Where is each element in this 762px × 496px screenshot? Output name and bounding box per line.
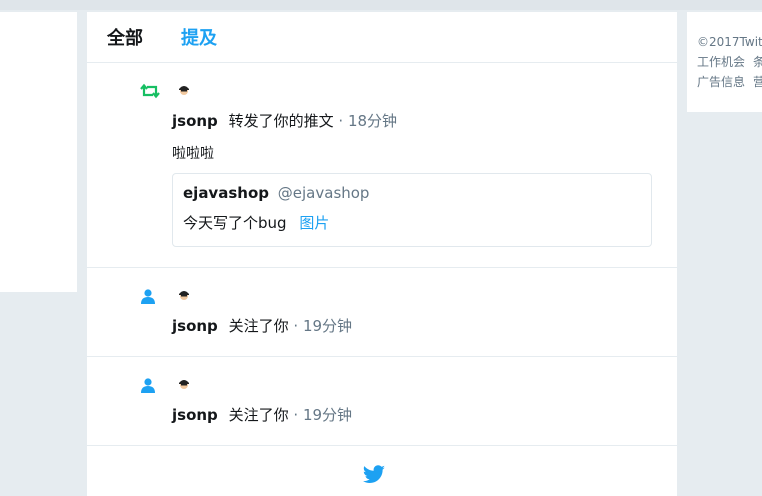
notification-tabs: 全部 提及	[87, 12, 677, 63]
user-icon	[140, 288, 156, 308]
right-footer-card: ©2017Twitter 工作机会条 广告信息营	[687, 12, 762, 112]
notification-line: jsonp 转发了你的推文 · 18分钟	[172, 110, 397, 131]
username-link[interactable]: jsonp	[172, 406, 218, 424]
tab-all[interactable]: 全部	[107, 24, 143, 50]
notification-line: jsonp 关注了你 · 19分钟	[172, 404, 352, 425]
notification-item[interactable]: jsonp 关注了你 · 19分钟	[87, 357, 677, 446]
username-link[interactable]: jsonp	[172, 317, 218, 335]
image-link[interactable]: 图片	[299, 214, 329, 232]
tab-mentions[interactable]: 提及	[181, 24, 217, 50]
quoted-name[interactable]: ejavashop	[183, 184, 269, 202]
timestamp[interactable]: 19分钟	[303, 406, 352, 424]
separator-dot: ·	[338, 112, 344, 130]
footer-link[interactable]: 营	[753, 75, 762, 89]
copyright-text: ©2017Twitter	[697, 35, 762, 49]
action-text: 关注了你	[228, 406, 289, 424]
tweet-text: 啦啦啦	[172, 146, 214, 162]
twitter-bird-icon	[362, 465, 386, 489]
avatar[interactable]	[177, 82, 191, 96]
retweet-icon	[140, 83, 160, 103]
quoted-handle[interactable]: @ejavashop	[278, 184, 370, 202]
notification-item[interactable]: jsonp 转发了你的推文 · 18分钟 啦啦啦 ejavashop @ejav…	[87, 63, 677, 268]
timestamp[interactable]: 19分钟	[303, 317, 352, 335]
user-icon	[140, 377, 156, 397]
avatar[interactable]	[177, 287, 191, 301]
footer-link[interactable]: 工作机会	[697, 55, 745, 69]
action-text: 关注了你	[228, 317, 289, 335]
notification-line: jsonp 关注了你 · 19分钟	[172, 315, 352, 336]
separator-dot: ·	[293, 406, 299, 424]
footer-link[interactable]: 广告信息	[697, 75, 745, 89]
action-text: 转发了你的推文	[228, 112, 334, 130]
avatar[interactable]	[177, 376, 191, 390]
timestamp[interactable]: 18分钟	[348, 112, 397, 130]
username-link[interactable]: jsonp	[172, 112, 218, 130]
quoted-text: 今天写了个bug	[183, 214, 287, 232]
left-profile-card	[0, 12, 77, 292]
top-strip	[0, 0, 762, 10]
quoted-tweet[interactable]: ejavashop @ejavashop 今天写了个bug 图片	[172, 173, 652, 247]
footer-link[interactable]: 条	[753, 55, 762, 69]
notification-item[interactable]: jsonp 关注了你 · 19分钟	[87, 268, 677, 357]
separator-dot: ·	[293, 317, 299, 335]
notifications-panel: 全部 提及 jsonp 转发了你的推文 · 18分钟 啦啦啦 ejavashop…	[87, 12, 677, 496]
